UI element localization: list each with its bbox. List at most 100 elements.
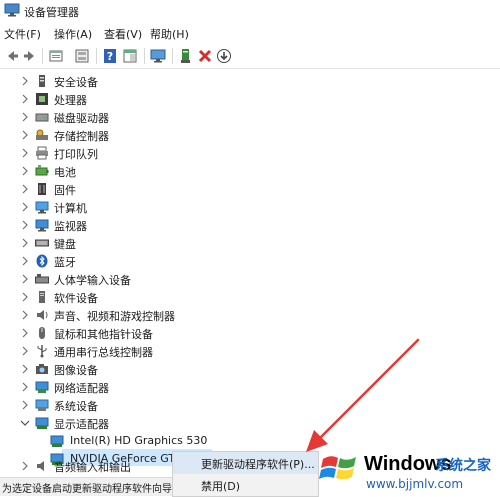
disable-menu-item[interactable]: 禁用(D): [173, 474, 318, 496]
firmware-icon: [38, 183, 46, 195]
security-device-icon: [39, 75, 45, 87]
tree-item[interactable]: 系统设备: [0, 396, 500, 414]
tree-item[interactable]: 磁盘驱动器: [0, 108, 500, 126]
menu-file[interactable]: 文件(F): [4, 26, 41, 42]
tree-item[interactable]: 网络适配器: [0, 378, 500, 396]
svg-text:?: ?: [107, 50, 113, 63]
printer-icon: [36, 146, 48, 160]
tree-item-label: 打印队列: [54, 148, 98, 161]
tree-item-label: 处理器: [54, 94, 87, 107]
chevron-right-icon[interactable]: [20, 345, 30, 357]
tree-item[interactable]: 存储控制器: [0, 126, 500, 144]
tree-item-label: 蓝牙: [54, 256, 76, 269]
toolbar-separator: [96, 48, 97, 64]
tree-item[interactable]: 声音、视频和游戏控制器: [0, 306, 500, 324]
chevron-right-icon[interactable]: [20, 147, 30, 159]
chevron-right-icon[interactable]: [20, 129, 30, 141]
toolbar-separator: [144, 48, 145, 64]
hid-icon: [35, 274, 49, 284]
bluetooth-icon: [36, 254, 48, 268]
chevron-right-icon[interactable]: [20, 381, 30, 393]
tree-item-label: 监视器: [54, 220, 87, 233]
tree-item[interactable]: 显示适配器: [0, 414, 500, 432]
battery-icon: [35, 165, 49, 176]
chevron-right-icon[interactable]: [20, 291, 30, 303]
uninstall-icon[interactable]: [197, 48, 213, 64]
tree-item[interactable]: 固件: [0, 180, 500, 198]
tree-item[interactable]: 通用串行总线控制器: [0, 342, 500, 360]
chevron-right-icon[interactable]: [20, 111, 30, 123]
menu-view[interactable]: 查看(V): [104, 26, 142, 42]
back-icon[interactable]: [4, 48, 20, 64]
mouse-icon: [39, 327, 45, 339]
toolbar-separator: [172, 48, 173, 64]
windows-logo-icon: [319, 456, 356, 480]
tree-item[interactable]: 监视器: [0, 216, 500, 234]
tree-item[interactable]: 鼠标和其他指针设备: [0, 324, 500, 342]
tree-item[interactable]: 打印队列: [0, 144, 500, 162]
menu-help[interactable]: 帮助(H): [150, 26, 189, 42]
display-adapter-icon: [50, 435, 64, 447]
chevron-right-icon[interactable]: [20, 327, 30, 339]
tree-item-label: 固件: [54, 184, 76, 197]
menu-action[interactable]: 操作(A): [54, 26, 92, 42]
tree-item-label: 声音、视频和游戏控制器: [54, 310, 175, 323]
chevron-right-icon[interactable]: [20, 93, 30, 105]
tree-item-label: 通用串行总线控制器: [54, 346, 153, 359]
status-bar: 为选定设备启动更新驱动程序软件向导。: [0, 477, 172, 496]
tree-item-label: 网络适配器: [54, 382, 109, 395]
title-bar: 设备管理器: [0, 0, 500, 22]
action-pane-icon[interactable]: [122, 48, 138, 64]
disk-drive-icon: [35, 113, 49, 122]
tree-item[interactable]: 计算机: [0, 198, 500, 216]
network-adapter-icon: [35, 381, 49, 393]
chevron-down-icon[interactable]: [20, 417, 30, 429]
tree-item[interactable]: 软件设备: [0, 288, 500, 306]
tree-item-label: 磁盘驱动器: [54, 112, 109, 125]
toolbar-separator: [42, 48, 43, 64]
camera-icon: [36, 364, 48, 374]
chevron-right-icon[interactable]: [20, 219, 30, 231]
tree-item[interactable]: 键盘: [0, 234, 500, 252]
tree-item[interactable]: 安全设备: [0, 72, 500, 90]
chevron-right-icon[interactable]: [20, 255, 30, 267]
chevron-right-icon[interactable]: [20, 309, 30, 321]
keyboard-icon: [35, 239, 49, 247]
menu-bar: 文件(F) 操作(A) 查看(V) 帮助(H): [0, 24, 500, 42]
tree-item-label: 计算机: [54, 202, 87, 215]
storage-controller-icon: [36, 129, 48, 140]
processor-icon: [36, 93, 48, 105]
scan-monitor-icon[interactable]: [150, 48, 166, 64]
tree-item[interactable]: 人体学输入设备: [0, 270, 500, 288]
download-icon[interactable]: [216, 48, 232, 64]
tree-item[interactable]: 处理器: [0, 90, 500, 108]
chevron-right-icon[interactable]: [20, 363, 30, 375]
tree-item[interactable]: 图像设备: [0, 360, 500, 378]
toolbar: ?: [0, 44, 500, 69]
tree-item-label: 显示适配器: [54, 418, 109, 431]
chevron-right-icon[interactable]: [20, 460, 30, 472]
tree-item-label: 人体学输入设备: [54, 274, 131, 287]
update-driver-icon[interactable]: [178, 48, 194, 64]
chevron-right-icon[interactable]: [20, 273, 30, 285]
chevron-right-icon[interactable]: [20, 399, 30, 411]
tree-item-label: 安全设备: [54, 76, 98, 89]
menu-item-label: 禁用(D): [201, 480, 241, 493]
properties-icon[interactable]: [48, 48, 64, 64]
chevron-right-icon[interactable]: [20, 183, 30, 195]
chevron-right-icon[interactable]: [20, 201, 30, 213]
help-icon[interactable]: ?: [102, 48, 118, 64]
tree-item-label: 系统设备: [54, 400, 98, 413]
menu-item-label: 更新驱动程序软件(P)...: [201, 458, 315, 471]
window-title: 设备管理器: [24, 6, 79, 19]
chevron-right-icon[interactable]: [20, 165, 30, 177]
update-driver-menu-item[interactable]: 更新驱动程序软件(P)...: [173, 452, 318, 474]
console-tree-icon[interactable]: [74, 48, 90, 64]
tree-item[interactable]: 电池: [0, 162, 500, 180]
chevron-right-icon[interactable]: [20, 75, 30, 87]
system-device-icon: [35, 399, 49, 411]
software-device-icon: [39, 291, 45, 303]
chevron-right-icon[interactable]: [20, 237, 30, 249]
forward-icon[interactable]: [22, 48, 38, 64]
tree-item[interactable]: 蓝牙: [0, 252, 500, 270]
